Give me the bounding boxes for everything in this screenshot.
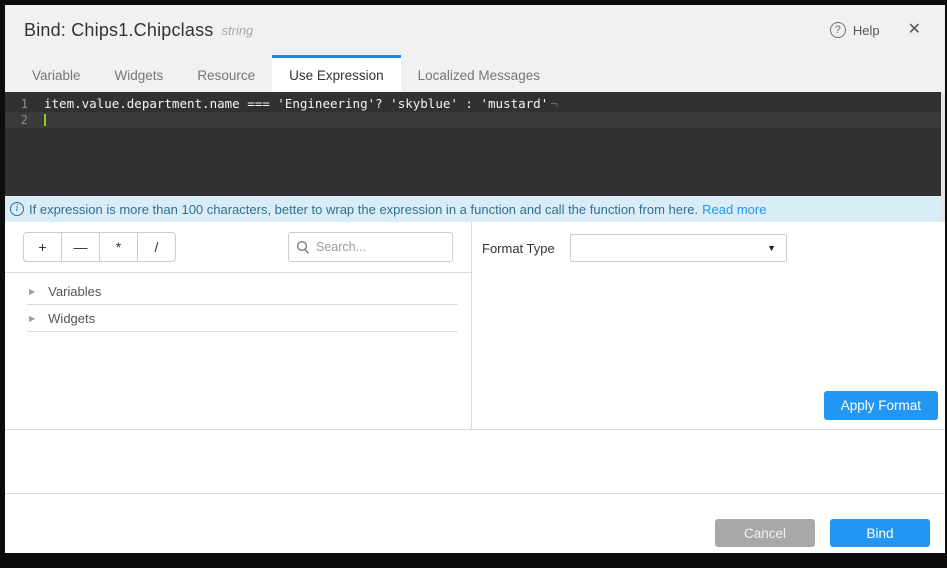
tree-item-label: Widgets — [48, 311, 95, 326]
empty-band — [5, 430, 945, 494]
eol-marker-icon: ¬ — [550, 96, 558, 111]
help-icon: ? — [830, 22, 846, 38]
middle-band: + — * / ▶ — [5, 222, 945, 430]
apply-format-button[interactable]: Apply Format — [824, 391, 938, 420]
expression-text: item.value.department.name === 'Engineer… — [44, 96, 548, 111]
dialog-header: Bind: Chips1.Chipclass string ? Help ✕ — [5, 5, 945, 55]
search-input[interactable] — [288, 232, 453, 262]
modal-overlay-frame: Bind: Chips1.Chipclass string ? Help ✕ V… — [0, 0, 947, 568]
tab-widgets[interactable]: Widgets — [98, 55, 181, 92]
chevron-right-icon: ▶ — [29, 314, 35, 323]
help-button[interactable]: ? Help — [830, 22, 880, 38]
tab-bar: Variable Widgets Resource Use Expression… — [5, 55, 945, 92]
binding-source-tree: ▶ Variables ▶ Widgets — [5, 272, 471, 429]
editor-line-1: 1 item.value.department.name === 'Engine… — [5, 96, 941, 112]
format-type-label: Format Type — [482, 241, 570, 256]
tab-resource[interactable]: Resource — [180, 55, 272, 92]
info-text: If expression is more than 100 character… — [29, 202, 698, 217]
expression-toolbar: + — * / — [5, 222, 471, 272]
editor-line-2: 2 — [5, 112, 941, 128]
type-badge: string — [222, 23, 254, 38]
chevron-right-icon: ▶ — [29, 287, 35, 296]
format-panel: Format Type ▼ Apply Format — [472, 222, 945, 429]
dialog-footer: Cancel Bind — [5, 494, 945, 553]
expression-editor[interactable]: 1 item.value.department.name === 'Engine… — [5, 92, 941, 196]
operators-group: + — * / — [23, 232, 176, 262]
editor-section: 1 item.value.department.name === 'Engine… — [5, 92, 945, 222]
operator-divide-button[interactable]: / — [137, 232, 176, 262]
search-box — [288, 232, 453, 262]
tree-separator — [27, 331, 458, 332]
search-icon — [296, 240, 310, 254]
page-title: Bind: Chips1.Chipclass — [24, 20, 214, 41]
code-line-1: item.value.department.name === 'Engineer… — [38, 96, 558, 112]
cancel-button[interactable]: Cancel — [715, 519, 815, 547]
dropdown-arrow-icon: ▼ — [767, 243, 776, 253]
operator-plus-button[interactable]: + — [23, 232, 62, 262]
tree-item-variables[interactable]: ▶ Variables — [5, 278, 471, 304]
expression-helper-panel: + — * / ▶ — [5, 222, 472, 429]
code-line-2 — [38, 112, 46, 128]
tab-use-expression[interactable]: Use Expression — [272, 55, 401, 92]
text-cursor — [44, 114, 46, 126]
format-type-row: Format Type ▼ — [482, 234, 945, 262]
operator-multiply-button[interactable]: * — [99, 232, 138, 262]
bind-button[interactable]: Bind — [830, 519, 930, 547]
tree-item-widgets[interactable]: ▶ Widgets — [5, 305, 471, 331]
info-icon: i — [10, 202, 24, 216]
close-icon[interactable]: ✕ — [908, 22, 921, 38]
tree-item-label: Variables — [48, 284, 101, 299]
info-bar: i If expression is more than 100 charact… — [5, 196, 941, 222]
tab-localized-messages[interactable]: Localized Messages — [401, 55, 557, 92]
operator-minus-button[interactable]: — — [61, 232, 100, 262]
bind-dialog: Bind: Chips1.Chipclass string ? Help ✕ V… — [5, 5, 945, 553]
line-number-2: 2 — [5, 112, 38, 128]
read-more-link[interactable]: Read more — [702, 202, 766, 217]
format-type-select[interactable]: ▼ — [570, 234, 787, 262]
line-number-1: 1 — [5, 96, 38, 112]
tab-variable[interactable]: Variable — [15, 55, 98, 92]
help-label: Help — [853, 23, 880, 38]
